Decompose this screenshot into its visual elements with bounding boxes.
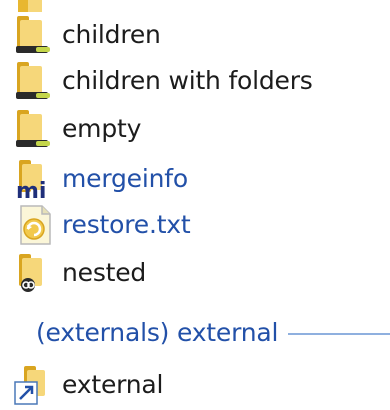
group-divider	[288, 333, 390, 335]
folder-mergeinfo-icon: mi	[16, 160, 46, 202]
item-label: empty	[62, 114, 142, 143]
group-title: (externals) external	[36, 317, 279, 347]
folder-partial-icon	[18, 0, 42, 12]
folder-normal-icon	[16, 62, 50, 99]
list-item-empty[interactable]: empty	[0, 106, 390, 152]
list-item-external[interactable]: external	[0, 362, 390, 408]
item-label: external	[62, 370, 164, 399]
folder-normal-icon	[16, 110, 50, 147]
folder-nested-icon	[19, 254, 42, 292]
item-label: children with folders	[62, 66, 313, 95]
file-list: children children with folders empty mi …	[0, 0, 390, 410]
item-label: nested	[62, 258, 147, 287]
list-item-nested[interactable]: nested	[0, 250, 390, 296]
item-label: children	[62, 20, 161, 49]
item-label: restore.txt	[62, 210, 191, 239]
list-item-children[interactable]: children	[0, 12, 390, 58]
item-label: mergeinfo	[62, 164, 188, 193]
external-link-icon	[14, 366, 45, 405]
svg-text:mi: mi	[16, 179, 46, 202]
folder-normal-icon	[16, 16, 50, 53]
list-item-children-with-folders[interactable]: children with folders	[0, 58, 390, 104]
list-item-restore-txt[interactable]: restore.txt	[0, 202, 390, 248]
list-item-mergeinfo[interactable]: mi mergeinfo	[0, 156, 390, 202]
file-restore-icon	[20, 205, 51, 245]
externals-group-header[interactable]: (externals) external	[36, 312, 390, 352]
